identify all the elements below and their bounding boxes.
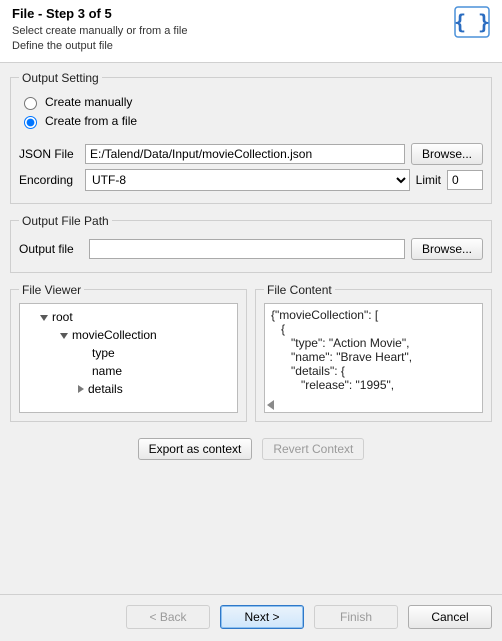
limit-label: Limit xyxy=(416,173,441,187)
file-content-view[interactable]: {"movieCollection": [ { "type": "Action … xyxy=(264,303,483,413)
file-viewer-tree[interactable]: root movieCollection type name details xyxy=(19,303,238,413)
cancel-button[interactable]: Cancel xyxy=(408,605,492,629)
collapse-arrow-icon[interactable] xyxy=(78,385,84,393)
wizard-subtitle-1: Select create manually or from a file xyxy=(12,24,446,39)
json-file-input[interactable] xyxy=(85,144,405,164)
file-content-line: "name": "Brave Heart", xyxy=(271,350,412,364)
create-manually-radio[interactable]: Create manually xyxy=(19,94,483,110)
output-file-label: Output file xyxy=(19,242,83,256)
create-from-file-radio[interactable]: Create from a file xyxy=(19,113,483,129)
finish-button[interactable]: Finish xyxy=(314,605,398,629)
tree-node-details-label: details xyxy=(88,380,123,398)
create-from-file-label: Create from a file xyxy=(45,114,137,128)
tree-node-details[interactable]: details xyxy=(26,380,231,398)
file-viewer-group: File Viewer root movieCollection type na… xyxy=(10,283,247,422)
expand-arrow-icon[interactable] xyxy=(60,333,68,339)
file-content-legend: File Content xyxy=(264,283,335,297)
output-file-path-group: Output File Path Output file Browse... xyxy=(10,214,492,273)
scroll-left-icon[interactable] xyxy=(267,400,274,410)
output-setting-legend: Output Setting xyxy=(19,71,102,85)
create-manually-label: Create manually xyxy=(45,95,132,109)
file-content-line: "details": { xyxy=(271,364,345,378)
file-viewer-legend: File Viewer xyxy=(19,283,84,297)
tree-node-root[interactable]: root xyxy=(26,308,231,326)
json-file-browse-button[interactable]: Browse... xyxy=(411,143,483,165)
next-button[interactable]: Next > xyxy=(220,605,304,629)
wizard-header: File - Step 3 of 5 Select create manuall… xyxy=(0,0,502,63)
svg-text:{ }: { } xyxy=(454,10,490,34)
file-content-line: "type": "Action Movie", xyxy=(271,336,409,350)
tree-node-root-label: root xyxy=(52,308,73,326)
encoding-label: Encording xyxy=(19,173,79,187)
wizard-title: File - Step 3 of 5 xyxy=(12,6,446,21)
output-file-input[interactable] xyxy=(89,239,405,259)
output-file-browse-button[interactable]: Browse... xyxy=(411,238,483,260)
wizard-subtitle-2: Define the output file xyxy=(12,39,446,54)
tree-node-type[interactable]: type xyxy=(26,344,231,362)
revert-context-button[interactable]: Revert Context xyxy=(262,438,364,460)
tree-node-name-label: name xyxy=(92,362,122,380)
tree-node-name[interactable]: name xyxy=(26,362,231,380)
back-button[interactable]: < Back xyxy=(126,605,210,629)
output-file-path-legend: Output File Path xyxy=(19,214,112,228)
file-content-group: File Content {"movieCollection": [ { "ty… xyxy=(255,283,492,422)
create-from-file-radio-input[interactable] xyxy=(24,116,37,129)
context-buttons-row: Export as context Revert Context xyxy=(10,430,492,470)
wizard-footer: < Back Next > Finish Cancel xyxy=(0,594,502,641)
export-as-context-button[interactable]: Export as context xyxy=(138,438,253,460)
file-content-line: {"movieCollection": [ xyxy=(271,308,378,322)
tree-node-moviecollection-label: movieCollection xyxy=(72,326,157,344)
json-file-label: JSON File xyxy=(19,147,79,161)
json-braces-icon: { } xyxy=(454,6,490,41)
output-setting-group: Output Setting Create manually Create fr… xyxy=(10,71,492,204)
expand-arrow-icon[interactable] xyxy=(40,315,48,321)
file-content-line: { xyxy=(271,322,285,336)
encoding-select[interactable]: UTF-8 xyxy=(85,169,410,191)
tree-node-type-label: type xyxy=(92,344,115,362)
tree-node-moviecollection[interactable]: movieCollection xyxy=(26,326,231,344)
create-manually-radio-input[interactable] xyxy=(24,97,37,110)
limit-input[interactable] xyxy=(447,170,483,190)
file-content-line: "release": "1995", xyxy=(271,378,394,392)
